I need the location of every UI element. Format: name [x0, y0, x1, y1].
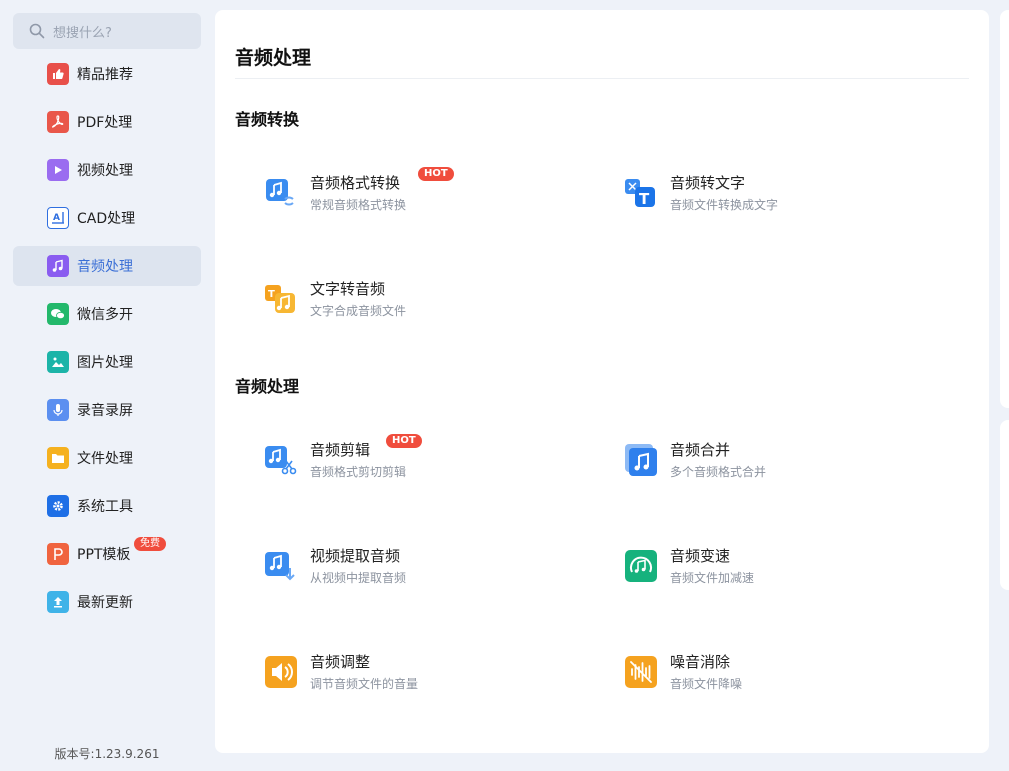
title-divider	[235, 78, 969, 79]
sidebar-item-file[interactable]: 文件处理	[13, 438, 201, 478]
sidebar-item-label: 文件处理	[77, 451, 133, 467]
tool-desc: 音频文件加减速	[670, 571, 755, 585]
audio-convert-icon	[265, 177, 297, 209]
tool-desc: 文字合成音频文件	[310, 304, 407, 318]
sidebar-item-label: 录音录屏	[77, 403, 133, 419]
tool-audio-to-text[interactable]: T 音频转文字 音频文件转换成文字	[625, 173, 925, 229]
svg-text:A: A	[53, 213, 60, 223]
page-title: 音频处理	[235, 47, 312, 69]
hot-badge: HOT	[418, 167, 454, 181]
tool-name: 视频提取音频	[310, 547, 401, 565]
search-placeholder: 想搜什么?	[53, 25, 112, 41]
tool-name: 音频变速	[670, 547, 731, 565]
sidebar-item-label: 系统工具	[77, 499, 133, 515]
sidebar-item-video[interactable]: 视频处理	[13, 150, 201, 190]
audio-merge-icon	[625, 444, 657, 476]
audio-to-text-icon: T	[625, 177, 657, 209]
tool-desc: 音频文件转换成文字	[670, 198, 779, 212]
sidebar-item-label: PPT模板	[77, 547, 131, 563]
sidebar-item-label: 图片处理	[77, 355, 133, 371]
sidebar: 想搜什么? 精品推荐 PDF处理 视频处理 A CAD处理 音频处理 微信多开 …	[0, 0, 212, 771]
free-badge: 免费	[134, 537, 166, 551]
pdf-icon	[47, 111, 69, 133]
sidebar-item-record[interactable]: 录音录屏	[13, 390, 201, 430]
tool-name: 文字转音频	[310, 280, 386, 298]
tool-audio-speed[interactable]: 音频变速 音频文件加减速	[625, 546, 925, 602]
sidebar-item-label: 最新更新	[77, 595, 133, 611]
text-to-audio-icon: T	[265, 283, 297, 315]
tool-video-extract-audio[interactable]: 视频提取音频 从视频中提取音频	[265, 546, 565, 602]
tool-name: 噪音消除	[670, 653, 731, 671]
tool-audio-format-convert[interactable]: 音频格式转换 常规音频格式转换 HOT	[265, 167, 565, 229]
sidebar-item-audio[interactable]: 音频处理	[13, 246, 201, 286]
volume-icon	[265, 656, 297, 688]
main-panel: 音频处理 音频转换 音频格式转换 常规音频格式转换 HOT T 音频转文字 音频…	[215, 10, 989, 753]
tool-noise-reduction[interactable]: 噪音消除 音频文件降噪	[625, 652, 925, 708]
gear-icon	[47, 495, 69, 517]
tool-name: 音频合并	[670, 441, 731, 459]
tool-text-to-audio[interactable]: T 文字转音频 文字合成音频文件	[265, 279, 565, 335]
sidebar-item-label: PDF处理	[77, 115, 133, 131]
sidebar-item-recommended[interactable]: 精品推荐	[13, 54, 201, 94]
upload-icon	[47, 591, 69, 613]
svg-text:T: T	[268, 289, 275, 300]
sidebar-item-ppt[interactable]: PPT模板 免费	[13, 534, 201, 574]
play-icon	[47, 159, 69, 181]
tool-desc: 音频格式剪切剪辑	[310, 465, 407, 479]
sidebar-item-image[interactable]: 图片处理	[13, 342, 201, 382]
hot-badge: HOT	[386, 434, 422, 448]
thumbs-up-icon	[47, 63, 69, 85]
wechat-icon	[47, 303, 69, 325]
tool-audio-cut[interactable]: 音频剪辑 音频格式剪切剪辑 HOT	[265, 434, 565, 496]
image-icon	[47, 351, 69, 373]
version-label: 版本号:1.23.9.261	[54, 747, 160, 761]
tool-desc: 从视频中提取音频	[310, 571, 407, 585]
tool-desc: 多个音频格式合并	[670, 465, 767, 479]
sidebar-nav: 精品推荐 PDF处理 视频处理 A CAD处理 音频处理 微信多开 图片处理 录…	[13, 54, 201, 630]
sidebar-item-cad[interactable]: A CAD处理	[13, 198, 201, 238]
microphone-icon	[47, 399, 69, 421]
ppt-icon	[47, 543, 69, 565]
cad-icon: A	[47, 207, 69, 229]
sidebar-item-pdf[interactable]: PDF处理	[13, 102, 201, 142]
tool-audio-merge[interactable]: 音频合并 多个音频格式合并	[625, 440, 925, 496]
sidebar-item-label: 微信多开	[77, 307, 133, 323]
section-title-audio-convert: 音频转换	[235, 110, 300, 129]
side-card-top	[1000, 10, 1009, 408]
svg-text:T: T	[639, 190, 650, 208]
search-icon	[29, 23, 45, 39]
tool-audio-adjust[interactable]: 音频调整 调节音频文件的音量	[265, 652, 565, 708]
tool-desc: 调节音频文件的音量	[310, 677, 419, 691]
tool-name: 音频格式转换	[310, 174, 401, 192]
tool-name: 音频调整	[310, 653, 371, 671]
music-note-icon	[47, 255, 69, 277]
noise-reduction-icon	[625, 656, 657, 688]
sidebar-item-label: 视频处理	[77, 163, 133, 179]
sidebar-item-label: 精品推荐	[77, 67, 133, 83]
sidebar-item-label: 音频处理	[77, 259, 133, 275]
sidebar-item-system-tools[interactable]: 系统工具	[13, 486, 201, 526]
tool-name: 音频转文字	[670, 174, 746, 192]
tool-desc: 音频文件降噪	[670, 677, 743, 691]
section-title-audio-processing: 音频处理	[235, 377, 300, 396]
sidebar-item-wechat[interactable]: 微信多开	[13, 294, 201, 334]
side-card-bottom	[1000, 420, 1009, 590]
folder-icon	[47, 447, 69, 469]
audio-cut-icon	[265, 444, 297, 476]
sidebar-item-latest-updates[interactable]: 最新更新	[13, 582, 201, 622]
video-extract-audio-icon	[265, 550, 297, 582]
audio-speed-icon	[625, 550, 657, 582]
search-input[interactable]: 想搜什么?	[13, 13, 201, 49]
tool-desc: 常规音频格式转换	[310, 198, 407, 212]
sidebar-item-label: CAD处理	[77, 211, 136, 227]
